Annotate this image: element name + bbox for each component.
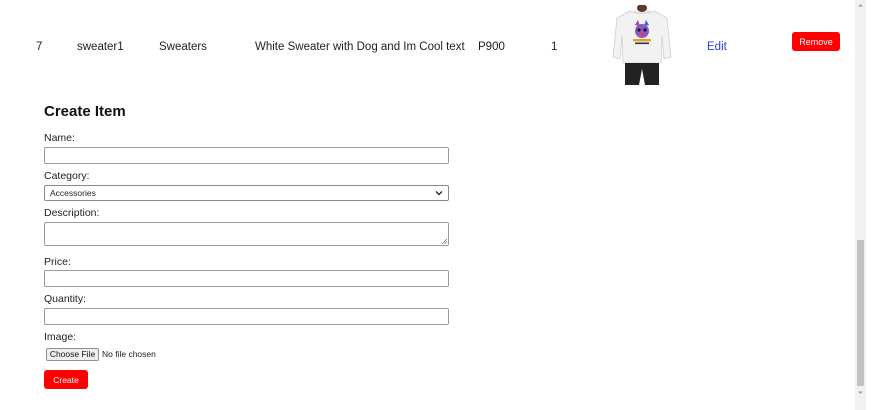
remove-button[interactable]: Remove (792, 32, 840, 51)
description-label: Description: (44, 207, 100, 219)
category-select[interactable]: Accessories (44, 185, 449, 201)
page-title: Create Item (44, 103, 126, 120)
resize-grip-icon[interactable] (441, 238, 447, 244)
choose-file-button[interactable]: Choose File (46, 348, 99, 361)
file-status-text: No file chosen (102, 349, 156, 359)
item-price: P900 (478, 41, 505, 53)
item-category: Sweaters (159, 41, 207, 53)
item-description: White Sweater with Dog and Im Cool text (255, 41, 465, 53)
scrollbar-thumb[interactable] (857, 240, 864, 386)
price-label: Price: (44, 256, 71, 268)
item-quantity: 1 (551, 41, 558, 53)
name-input[interactable] (44, 147, 449, 164)
quantity-input[interactable] (44, 308, 449, 325)
quantity-label: Quantity: (44, 293, 87, 305)
name-label: Name: (44, 132, 75, 144)
description-textarea[interactable] (44, 222, 449, 246)
table-row: 7 sweater1 Sweaters White Sweater with D… (0, 0, 855, 92)
price-input[interactable] (44, 270, 449, 287)
edit-link[interactable]: Edit (707, 41, 727, 53)
category-label: Category: (44, 170, 90, 182)
item-image (612, 5, 672, 85)
scroll-down-icon[interactable] (855, 388, 866, 398)
chevron-down-icon (435, 191, 443, 196)
image-label: Image: (44, 331, 77, 343)
item-id: 7 (36, 41, 43, 53)
item-name: sweater1 (77, 41, 124, 53)
create-button[interactable]: Create (44, 370, 88, 389)
scrollbar[interactable] (855, 0, 866, 410)
scroll-up-icon[interactable] (855, 0, 866, 10)
category-selected-value: Accessories (50, 188, 96, 198)
